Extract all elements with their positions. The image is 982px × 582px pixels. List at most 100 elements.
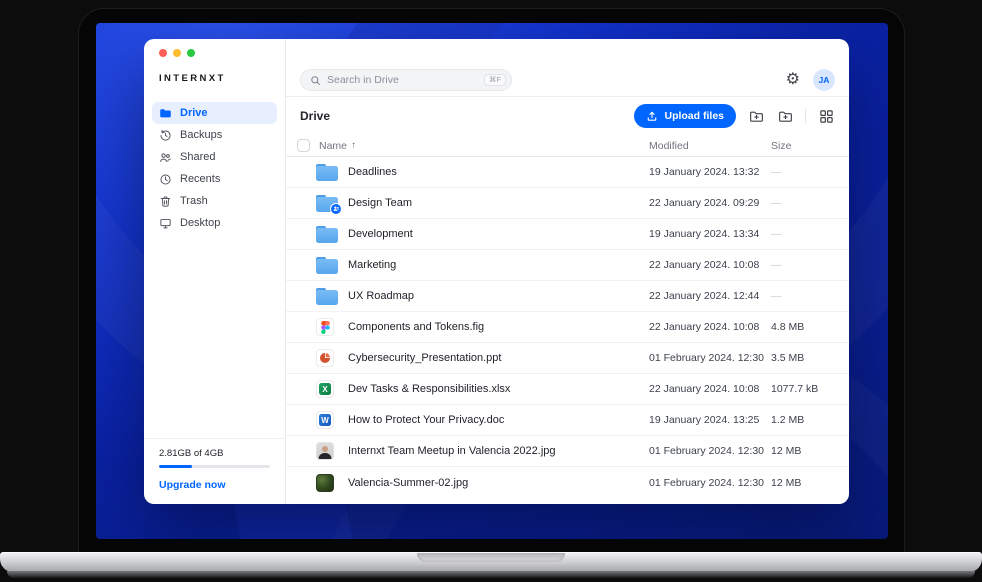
folder-icon	[316, 257, 338, 274]
trash-icon	[159, 195, 172, 208]
sidebar-item-shared[interactable]: Shared	[152, 146, 277, 168]
file-size: 1.2 MB	[771, 414, 849, 426]
file-size: —	[771, 259, 849, 271]
table-row[interactable]: Components and Tokens.fig 22 January 202…	[286, 312, 849, 343]
sidebar-item-label: Drive	[180, 107, 208, 119]
file-size: —	[771, 166, 849, 178]
file-size: 1077.7 kB	[771, 383, 849, 395]
upload-files-button[interactable]: Upload files	[634, 104, 736, 128]
top-actions: ⚙ JA	[786, 69, 835, 91]
column-header-modified[interactable]: Modified	[649, 140, 771, 152]
sidebar-item-backups[interactable]: Backups	[152, 124, 277, 146]
modified-column-label: Modified	[649, 140, 689, 152]
excel-file-icon: X	[316, 380, 334, 398]
laptop-mockup: INTERNXT Drive Backups Shared Recents Tr…	[0, 0, 982, 582]
user-avatar[interactable]: JA	[813, 69, 835, 91]
table-row[interactable]: W How to Protect Your Privacy.doc 19 Jan…	[286, 405, 849, 436]
photo-thumbnail	[316, 442, 334, 460]
file-modified-date: 22 January 2024. 10:08	[649, 321, 771, 333]
table-row[interactable]: Cybersecurity_Presentation.ppt 01 Februa…	[286, 343, 849, 374]
size-column-label: Size	[771, 140, 791, 152]
file-size: 3.5 MB	[771, 352, 849, 364]
file-modified-date: 19 January 2024. 13:34	[649, 228, 771, 240]
table-row[interactable]: Valencia-Summer-02.jpg 01 February 2024.…	[286, 467, 849, 498]
grid-view-icon	[819, 109, 834, 124]
file-name: Cybersecurity_Presentation.ppt	[348, 352, 649, 364]
column-header-name[interactable]: Name ↑	[319, 140, 649, 152]
storage-progress-bar	[159, 465, 270, 468]
toolbar: Upload files	[634, 104, 835, 128]
backups-icon	[159, 129, 172, 142]
upgrade-now-link[interactable]: Upgrade now	[159, 479, 270, 491]
laptop-bezel: INTERNXT Drive Backups Shared Recents Tr…	[78, 8, 905, 554]
laptop-base-shadow	[7, 571, 975, 578]
search-input[interactable]: Search in Drive ⌘F	[300, 69, 512, 91]
toolbar-divider	[805, 109, 806, 123]
folder-icon	[316, 226, 338, 243]
sidebar-item-trash[interactable]: Trash	[152, 190, 277, 212]
main-panel: Search in Drive ⌘F ⚙ JA Drive	[286, 39, 849, 504]
folder-plus-icon	[777, 108, 794, 125]
sidebar-item-label: Trash	[180, 195, 208, 207]
drive-folder-icon	[159, 107, 172, 120]
sort-ascending-icon: ↑	[351, 140, 356, 151]
folder-plus-icon	[748, 108, 765, 125]
file-size: 4.8 MB	[771, 321, 849, 333]
file-modified-date: 01 February 2024. 12:30	[649, 352, 771, 364]
sidebar-item-recents[interactable]: Recents	[152, 168, 277, 190]
table-row[interactable]: X Dev Tasks & Responsibilities.xlsx 22 J…	[286, 374, 849, 405]
file-modified-date: 19 January 2024. 13:25	[649, 414, 771, 426]
column-header-size[interactable]: Size	[771, 140, 849, 152]
table-row[interactable]: UX Roadmap 22 January 2024. 12:44 —	[286, 281, 849, 312]
section-header: Drive Upload files	[286, 97, 849, 135]
shared-folder-icon	[316, 195, 338, 212]
sidebar-nav: Drive Backups Shared Recents Trash Deskt…	[144, 102, 285, 234]
upload-folder-button[interactable]	[747, 107, 765, 125]
select-all-checkbox[interactable]	[297, 139, 310, 152]
create-folder-button[interactable]	[776, 107, 794, 125]
table-row[interactable]: Deadlines 19 January 2024. 13:32 —	[286, 157, 849, 188]
file-size: 12 MB	[771, 445, 849, 457]
storage-usage-label: 2.81GB of 4GB	[159, 448, 270, 459]
file-modified-date: 22 January 2024. 09:29	[649, 197, 771, 209]
close-window-button[interactable]	[159, 49, 167, 57]
table-row[interactable]: Internxt Team Meetup in Valencia 2022.jp…	[286, 436, 849, 467]
file-size: —	[771, 290, 849, 302]
file-modified-date: 22 January 2024. 10:08	[649, 259, 771, 271]
file-name: Design Team	[348, 197, 649, 209]
file-name: Marketing	[348, 259, 649, 271]
sidebar: INTERNXT Drive Backups Shared Recents Tr…	[144, 39, 286, 504]
sidebar-item-label: Desktop	[180, 217, 220, 229]
file-size: —	[771, 197, 849, 209]
laptop-base	[0, 552, 982, 572]
file-name: Development	[348, 228, 649, 240]
minimize-window-button[interactable]	[173, 49, 181, 57]
upload-icon	[646, 110, 658, 122]
upload-files-label: Upload files	[664, 110, 724, 122]
file-modified-date: 19 January 2024. 13:32	[649, 166, 771, 178]
sidebar-item-desktop[interactable]: Desktop	[152, 212, 277, 234]
powerpoint-file-icon	[316, 349, 334, 367]
zoom-window-button[interactable]	[187, 49, 195, 57]
file-modified-date: 01 February 2024. 12:30	[649, 445, 771, 457]
folder-icon	[316, 288, 338, 305]
sidebar-item-drive[interactable]: Drive	[152, 102, 277, 124]
file-size: 12 MB	[771, 477, 849, 489]
file-name: Dev Tasks & Responsibilities.xlsx	[348, 383, 649, 395]
table-row[interactable]: Development 19 January 2024. 13:34 —	[286, 219, 849, 250]
file-size: —	[771, 228, 849, 240]
shared-badge-icon	[330, 203, 342, 215]
table-row[interactable]: Marketing 22 January 2024. 10:08 —	[286, 250, 849, 281]
laptop-lid-notch	[417, 553, 565, 562]
table-header: Name ↑ Modified Size	[286, 135, 849, 157]
table-row[interactable]: Design Team 22 January 2024. 09:29 —	[286, 188, 849, 219]
folder-icon	[316, 164, 338, 181]
page-title: Drive	[300, 109, 330, 123]
shared-icon	[159, 151, 172, 164]
file-name: Deadlines	[348, 166, 649, 178]
app-window: INTERNXT Drive Backups Shared Recents Tr…	[144, 39, 849, 504]
top-bar: Search in Drive ⌘F ⚙ JA	[286, 39, 849, 97]
grid-view-button[interactable]	[817, 107, 835, 125]
settings-gear-icon[interactable]: ⚙	[786, 72, 800, 88]
desktop-wallpaper: INTERNXT Drive Backups Shared Recents Tr…	[96, 23, 888, 539]
